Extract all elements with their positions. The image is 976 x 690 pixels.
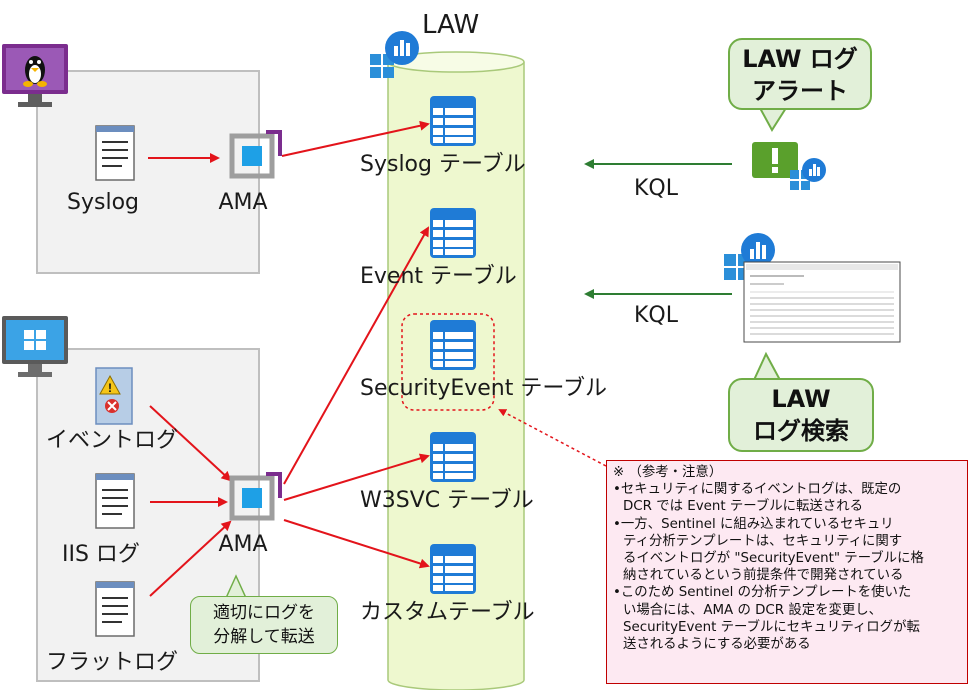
note-line: 納されているという前提条件で開発されている bbox=[623, 568, 904, 584]
ama-agent-icon-windows bbox=[229, 472, 282, 521]
table-label-security-event: SecurityEvent テーブル bbox=[360, 376, 608, 401]
table-label-custom: カスタムテーブル bbox=[360, 600, 535, 625]
note-line: ティ分析テンプレートは、セキュリティに関す bbox=[623, 533, 903, 549]
note-line: SecurityEvent テーブルにセキュリティログが転 bbox=[623, 619, 920, 635]
note-line: •このため Sentinel の分析テンプレートを使いた bbox=[613, 585, 912, 601]
note-line: DCR では Event テーブルに転送される bbox=[623, 499, 863, 515]
syslog-source-label: Syslog bbox=[67, 190, 139, 215]
law-search-callout: LAW ログ検索 bbox=[728, 378, 874, 452]
table-icon-event bbox=[430, 208, 476, 258]
windows-callout-line2: 分解して転送 bbox=[213, 627, 315, 647]
linux-monitor-icon bbox=[2, 44, 68, 107]
flat-log-notepad-icon bbox=[95, 581, 135, 637]
event-log-source-label: イベントログ bbox=[46, 428, 179, 453]
table-label-event: Event テーブル bbox=[360, 264, 517, 289]
windows-ama-label: AMA bbox=[218, 532, 268, 557]
flat-log-source-label: フラットログ bbox=[46, 650, 179, 675]
log-search-screenshot-thumbnail bbox=[743, 261, 901, 343]
table-icon-w3svc bbox=[430, 432, 476, 482]
iis-log-notepad-icon bbox=[95, 473, 135, 529]
law-search-callout-line1: LAW bbox=[771, 385, 831, 413]
syslog-notepad-icon bbox=[95, 125, 135, 181]
note-line: い場合には、AMA の DCR 設定を変更し、 bbox=[623, 602, 883, 618]
table-icon-syslog bbox=[430, 96, 476, 146]
law-alert-callout-line1: LAW ログ bbox=[742, 45, 858, 73]
law-search-callout-line2: ログ検索 bbox=[753, 417, 849, 445]
note-line: るイベントログが "SecurityEvent" テーブルに格 bbox=[623, 551, 924, 567]
windows-decompose-callout: 適切にログを 分解して転送 bbox=[190, 596, 338, 654]
law-alert-callout-line2: アラート bbox=[752, 77, 848, 105]
table-label-syslog: Syslog テーブル bbox=[360, 152, 526, 177]
note-line: ※ （参考・注意） bbox=[613, 465, 723, 480]
event-log-icon: ! bbox=[95, 367, 133, 425]
note-line: •セキュリティに関するイベントログは、既定の bbox=[613, 482, 902, 498]
svg-text:!: ! bbox=[108, 381, 112, 395]
windows-monitor-icon bbox=[2, 316, 68, 377]
alert-callout-tail bbox=[758, 107, 788, 132]
kql-label-search: KQL bbox=[634, 303, 678, 328]
table-label-w3svc: W3SVC テーブル bbox=[360, 488, 534, 513]
windows-callout-line1: 適切にログを bbox=[213, 603, 315, 623]
table-icon-custom bbox=[430, 544, 476, 594]
note-line: 送されるようにする必要がある bbox=[623, 637, 811, 653]
alert-rule-icon bbox=[752, 142, 826, 190]
data-flow-arrows bbox=[148, 120, 430, 597]
table-icon-security-event bbox=[430, 320, 476, 370]
law-label: LAW bbox=[422, 10, 480, 40]
note-line: •一方、Sentinel に組み込まれているセキュリ bbox=[613, 516, 894, 532]
reference-note-box: ※ （参考・注意） •セキュリティに関するイベントログは、既定の DCR では … bbox=[606, 460, 968, 684]
iis-log-source-label: IIS ログ bbox=[62, 542, 140, 567]
linux-ama-label: AMA bbox=[218, 190, 268, 215]
kql-label-alert: KQL bbox=[634, 176, 678, 201]
law-alert-callout: LAW ログ アラート bbox=[728, 38, 872, 110]
ama-agent-icon-linux bbox=[229, 130, 282, 179]
search-callout-tail bbox=[752, 351, 782, 381]
windows-callout-tail bbox=[224, 574, 248, 599]
